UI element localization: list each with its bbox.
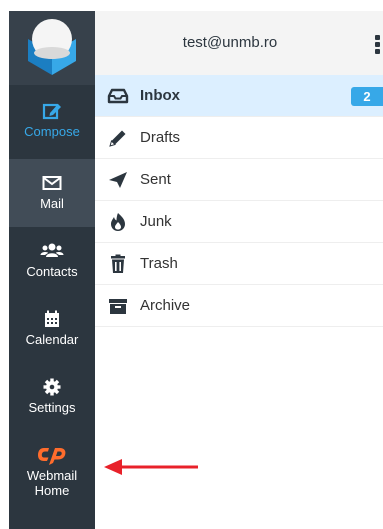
roundcube-logo[interactable] [9, 11, 95, 85]
sidebar-item-label-line1: Webmail [26, 468, 78, 483]
page: Compose Mail Contacts Calendar Settings … [0, 0, 383, 529]
sidebar-item-label: Contacts [26, 264, 78, 279]
folder-item-archive[interactable]: Archive [95, 285, 383, 327]
sidebar-item-contacts[interactable]: Contacts [9, 229, 95, 297]
inbox-icon [107, 88, 129, 104]
kebab-menu-icon[interactable] [375, 35, 383, 56]
paper-plane-icon [109, 172, 127, 188]
logo-icon [28, 19, 76, 75]
sidebar-item-webmail-home[interactable]: Webmail Home [9, 441, 95, 521]
folder-item-drafts[interactable]: Drafts [95, 117, 383, 159]
sidebar-item-label-line2: Home [34, 483, 70, 498]
folder-name: Trash [140, 255, 178, 272]
folder-name: Sent [140, 171, 171, 188]
account-email: test@unmb.ro [182, 34, 278, 51]
unread-count-badge: 2 [351, 87, 383, 106]
sidebar-item-label: Settings [28, 400, 76, 415]
folder-item-sent[interactable]: Sent [95, 159, 383, 201]
calendar-icon [45, 310, 59, 327]
fire-icon [111, 213, 125, 231]
folder-item-trash[interactable]: Trash [95, 243, 383, 285]
sidebar-item-compose[interactable]: Compose [9, 87, 95, 159]
users-icon [40, 243, 64, 257]
sidebar-item-settings[interactable]: Settings [9, 369, 95, 437]
pencil-icon [109, 130, 126, 147]
folder-item-inbox[interactable]: Inbox 2 [95, 75, 383, 117]
sidebar-item-label: Compose [24, 124, 80, 139]
sidebar-item-mail[interactable]: Mail [9, 159, 95, 227]
folder-item-junk[interactable]: Junk [95, 201, 383, 243]
folder-header: test@unmb.ro [95, 11, 383, 76]
gear-icon [43, 378, 61, 396]
folder-name: Drafts [140, 129, 181, 146]
sidebar-item-label: Mail [40, 196, 64, 211]
envelope-icon [42, 176, 62, 190]
sidebar-item-label: Calendar [25, 332, 79, 347]
sidebar: Compose Mail Contacts Calendar Settings … [9, 11, 95, 529]
folder-pane: test@unmb.ro Inbox 2 Drafts Sent Junk Tr… [95, 11, 383, 529]
compose-icon [42, 103, 61, 120]
folder-name: Archive [140, 297, 191, 314]
folder-name: Inbox [140, 87, 180, 104]
archive-icon [109, 299, 127, 314]
cpanel-logo-icon [38, 448, 66, 465]
annotation-arrow-icon [104, 459, 198, 475]
trash-icon [111, 254, 125, 273]
sidebar-item-calendar[interactable]: Calendar [9, 299, 95, 367]
folder-name: Junk [140, 213, 172, 230]
